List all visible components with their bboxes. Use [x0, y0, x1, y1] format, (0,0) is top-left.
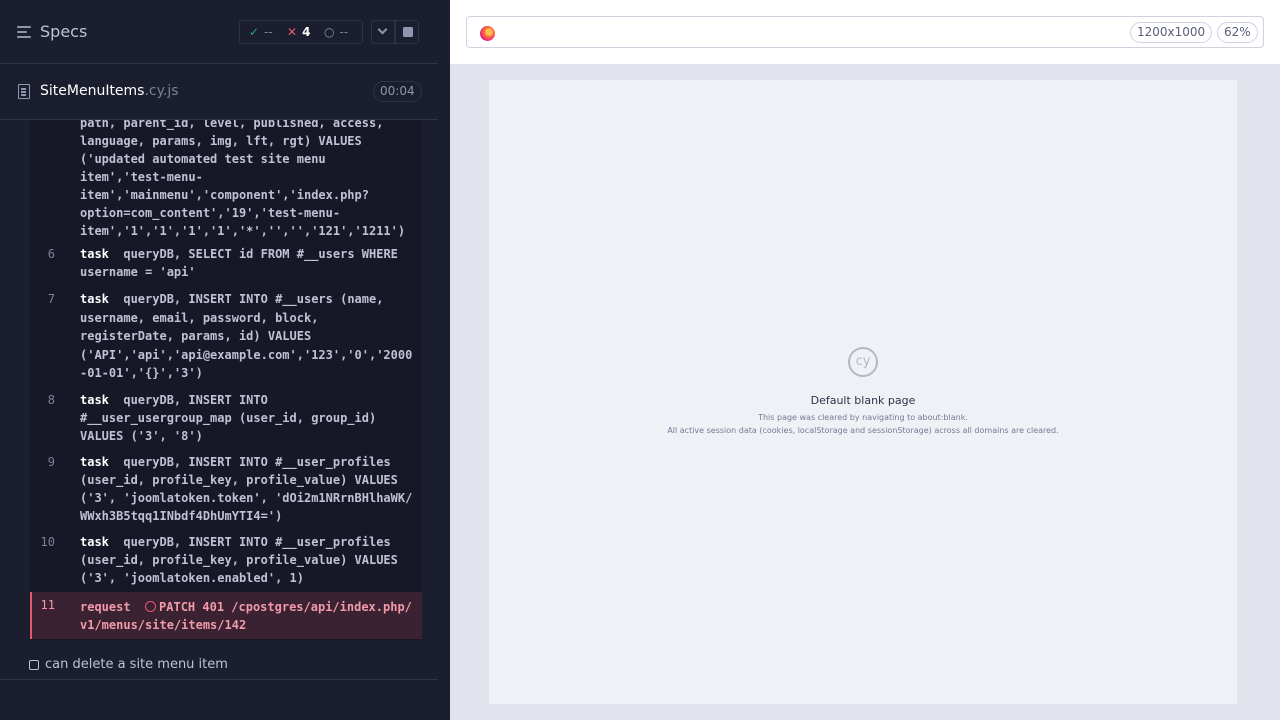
command-number: 10 — [40, 535, 55, 549]
command-text: queryDB, SELECT id FROM #__users WHERE u… — [80, 247, 398, 279]
panel-resizer[interactable] — [438, 0, 450, 720]
specs-header: Specs ✓ -- ✕ 4 ○ -- — [0, 0, 438, 64]
command-row[interactable]: 9 task queryDB, INSERT INTO #__user_prof… — [30, 453, 422, 525]
passed-count: ✓ -- — [249, 25, 273, 39]
command-number: 6 — [47, 247, 55, 261]
blank-page-description: All active session data (cookies, localS… — [667, 426, 1059, 435]
hamburger-icon[interactable] — [17, 25, 33, 39]
browser-toolbar: 1200x1000 62% — [450, 0, 1280, 64]
command-number: 7 — [47, 292, 55, 306]
command-row[interactable]: 10 task queryDB, INSERT INTO #__user_pro… — [30, 533, 422, 587]
check-icon: ✓ — [249, 25, 260, 39]
pending-count: ○ -- — [324, 25, 349, 39]
command-keyword: task — [80, 535, 109, 549]
command-number: 11 — [40, 598, 55, 612]
test-row[interactable]: can delete a site menu item — [0, 648, 438, 680]
chevron-down-icon — [377, 24, 388, 35]
command-text: path, parent_id, level, published, acces… — [80, 120, 406, 238]
spec-file-name[interactable]: SiteMenuItems.cy.js — [40, 83, 179, 99]
command-row[interactable]: 7 task queryDB, INSERT INTO #__users (na… — [30, 290, 422, 380]
blank-page-description: This page was cleared by navigating to a… — [758, 413, 968, 422]
reporter-panel: Specs ✓ -- ✕ 4 ○ -- SiteMenuItems.cy.js … — [0, 0, 438, 720]
cypress-logo: cy — [848, 347, 878, 377]
command-number: 9 — [47, 455, 55, 469]
error-circle-icon — [145, 601, 157, 612]
command-keyword: task — [80, 247, 109, 261]
command-row-error[interactable]: 11 request PATCH 401 /cpostgres/api/inde… — [30, 592, 422, 639]
command-row[interactable]: path, parent_id, level, published, acces… — [30, 120, 422, 238]
command-keyword: task — [80, 292, 109, 306]
app-iframe[interactable]: cy Default blank page This page was clea… — [489, 80, 1237, 704]
blank-page-title: Default blank page — [810, 394, 916, 407]
test-status-icon — [29, 660, 39, 670]
stop-button[interactable] — [395, 20, 419, 44]
specs-title[interactable]: Specs — [40, 22, 87, 41]
command-row[interactable]: 8 task queryDB, INSERT INTO #__user_user… — [30, 391, 422, 445]
firefox-icon — [480, 26, 495, 41]
command-text: queryDB, INSERT INTO #__user_profiles (u… — [80, 455, 413, 523]
command-keyword: task — [80, 455, 109, 469]
command-log[interactable]: path, parent_id, level, published, acces… — [30, 120, 422, 640]
command-keyword: task — [80, 393, 109, 407]
test-title: can delete a site menu item — [45, 657, 228, 672]
document-icon — [18, 84, 30, 99]
duration-badge: 00:04 — [373, 81, 422, 102]
command-text: queryDB, INSERT INTO #__user_usergroup_m… — [80, 393, 377, 443]
command-text: queryDB, INSERT INTO #__users (name, use… — [80, 292, 413, 381]
stop-icon — [403, 27, 413, 37]
x-icon: ✕ — [287, 25, 298, 39]
stats-bar: ✓ -- ✕ 4 ○ -- — [239, 20, 363, 44]
url-bar[interactable]: 1200x1000 62% — [466, 16, 1264, 48]
spinner-icon: ○ — [324, 25, 335, 39]
command-number: 8 — [47, 393, 55, 407]
failed-count: ✕ 4 — [287, 25, 311, 39]
command-row[interactable]: 6 task queryDB, SELECT id FROM #__users … — [30, 245, 422, 281]
viewport-size-badge[interactable]: 1200x1000 — [1130, 22, 1213, 43]
collapse-button[interactable] — [371, 20, 395, 44]
command-keyword: request — [80, 600, 131, 614]
zoom-badge[interactable]: 62% — [1217, 22, 1258, 43]
app-preview-panel: 1200x1000 62% cy Default blank page This… — [450, 0, 1280, 720]
command-text: queryDB, INSERT INTO #__user_profiles (u… — [80, 535, 398, 585]
